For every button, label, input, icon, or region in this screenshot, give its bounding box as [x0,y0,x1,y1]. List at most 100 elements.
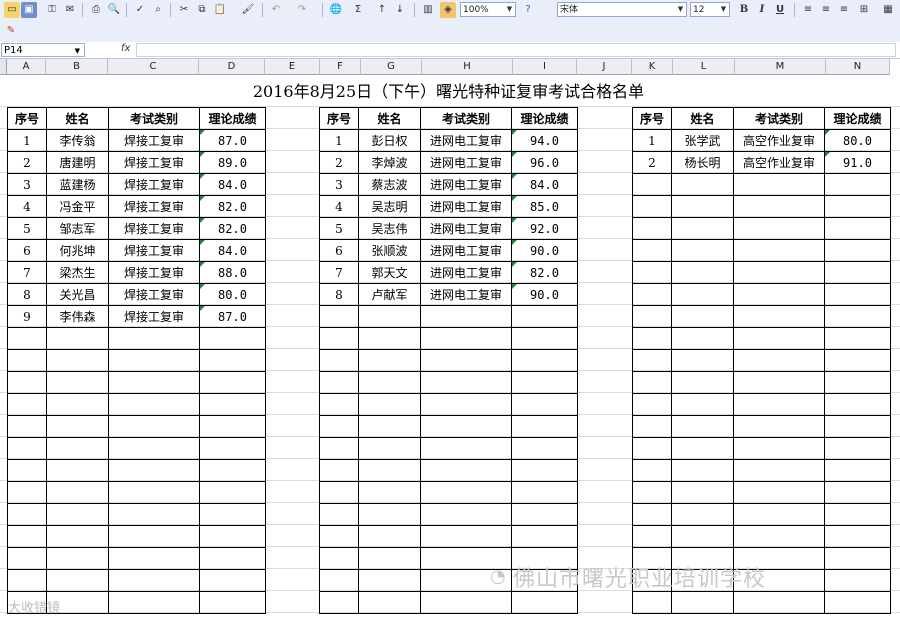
empty-cell[interactable] [824,569,891,592]
cell-name[interactable]: 吴志伟 [358,217,421,240]
column-header[interactable]: L [673,59,735,75]
currency-icon[interactable]: ▦ [880,2,896,18]
cell-number[interactable]: 9 [7,305,47,328]
column-label[interactable]: 理论成绩 [511,107,578,130]
empty-cell[interactable] [108,437,200,460]
empty-cell[interactable] [7,349,47,372]
cell-name[interactable]: 蓝建杨 [46,173,109,196]
cell-category[interactable]: 进网电工复审 [420,129,512,152]
empty-cell[interactable] [733,173,825,196]
help-icon[interactable]: ? [520,2,536,18]
research-icon[interactable]: ⌕ [150,2,166,18]
empty-cell[interactable] [824,547,891,570]
permission-icon[interactable]: ⚿ [44,2,60,18]
empty-cell[interactable] [7,459,47,482]
empty-cell[interactable] [108,503,200,526]
empty-cell[interactable] [358,569,421,592]
empty-cell[interactable] [420,327,512,350]
cell-category[interactable]: 焊接工复审 [108,151,200,174]
function-icon[interactable]: fx [121,43,130,54]
empty-cell[interactable] [420,349,512,372]
empty-cell[interactable] [46,415,109,438]
cell-number[interactable]: 2 [7,151,47,174]
empty-cell[interactable] [733,261,825,284]
chevron-down-icon[interactable]: ▼ [676,4,685,15]
empty-cell[interactable] [511,481,578,504]
empty-cell[interactable] [671,371,734,394]
empty-cell[interactable] [199,591,266,614]
empty-cell[interactable] [733,239,825,262]
empty-cell[interactable] [358,349,421,372]
empty-cell[interactable] [199,569,266,592]
empty-cell[interactable] [632,217,672,240]
empty-cell[interactable] [199,525,266,548]
column-label[interactable]: 考试类别 [420,107,512,130]
chevron-down-icon[interactable]: ▼ [505,4,514,15]
cell-category[interactable]: 进网电工复审 [420,239,512,262]
empty-cell[interactable] [358,415,421,438]
empty-cell[interactable] [199,437,266,460]
undo-icon[interactable]: ↶ [268,2,284,18]
format-painter-icon[interactable]: 🖌 [240,2,256,18]
empty-cell[interactable] [824,415,891,438]
cell-number[interactable]: 6 [7,239,47,262]
empty-cell[interactable] [824,437,891,460]
cell-category[interactable]: 焊接工复审 [108,173,200,196]
paste-icon[interactable]: 📋 [212,2,228,18]
empty-cell[interactable] [319,305,359,328]
column-header[interactable]: E [265,59,320,75]
column-label[interactable]: 姓名 [46,107,109,130]
empty-cell[interactable] [824,195,891,218]
print-icon[interactable]: ⎙ [88,2,104,18]
empty-cell[interactable] [733,481,825,504]
cell-number[interactable]: 8 [319,283,359,306]
cell-category[interactable]: 进网电工复审 [420,151,512,174]
cell-score[interactable]: 82.0 [199,217,266,240]
column-label[interactable]: 考试类别 [733,107,825,130]
cell-category[interactable]: 焊接工复审 [108,217,200,240]
font-size-select[interactable]: 12 ▼ [690,2,730,17]
empty-cell[interactable] [824,525,891,548]
empty-cell[interactable] [671,525,734,548]
column-label[interactable]: 姓名 [671,107,734,130]
empty-cell[interactable] [319,415,359,438]
empty-cell[interactable] [319,591,359,614]
sort-descending-icon[interactable]: ↓ [392,2,408,18]
empty-cell[interactable] [319,393,359,416]
save-icon[interactable]: ▣ [21,2,37,18]
empty-cell[interactable] [824,261,891,284]
print-preview-icon[interactable]: 🔍 [106,2,122,18]
cell-name[interactable]: 卢献军 [358,283,421,306]
empty-cell[interactable] [511,459,578,482]
cell-name[interactable]: 蔡志波 [358,173,421,196]
empty-cell[interactable] [358,459,421,482]
empty-cell[interactable] [671,305,734,328]
chart-wizard-icon[interactable]: ▥ [420,2,436,18]
column-label[interactable]: 姓名 [358,107,421,130]
cell-name[interactable]: 何兆坤 [46,239,109,262]
formula-input[interactable] [136,43,896,57]
empty-cell[interactable] [733,415,825,438]
column-header[interactable]: F [320,59,361,75]
cell-number[interactable]: 3 [7,173,47,196]
column-label[interactable]: 考试类别 [108,107,200,130]
empty-cell[interactable] [511,305,578,328]
cell-category[interactable]: 焊接工复审 [108,283,200,306]
empty-cell[interactable] [511,415,578,438]
empty-cell[interactable] [671,415,734,438]
cell-name[interactable]: 邹志军 [46,217,109,240]
cell-category[interactable]: 高空作业复审 [733,151,825,174]
empty-cell[interactable] [632,261,672,284]
empty-cell[interactable] [671,239,734,262]
empty-cell[interactable] [511,393,578,416]
empty-cell[interactable] [46,371,109,394]
empty-cell[interactable] [46,327,109,350]
empty-cell[interactable] [632,371,672,394]
empty-cell[interactable] [733,459,825,482]
empty-cell[interactable] [46,437,109,460]
cell-number[interactable]: 4 [7,195,47,218]
empty-cell[interactable] [420,415,512,438]
empty-cell[interactable] [199,459,266,482]
empty-cell[interactable] [358,525,421,548]
column-label[interactable]: 序号 [632,107,672,130]
